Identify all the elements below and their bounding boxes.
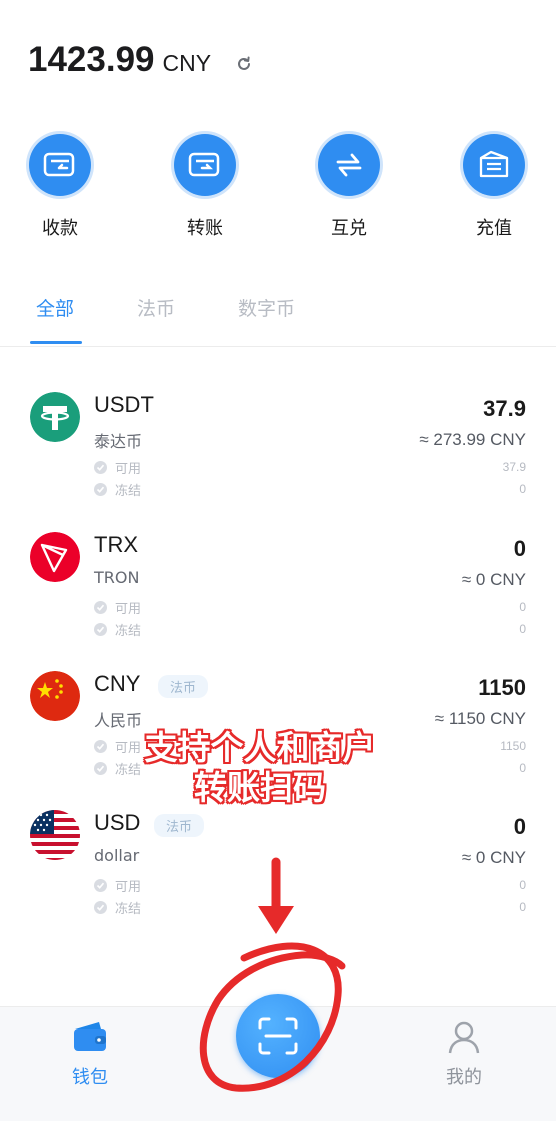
active-tab-indicator: [30, 341, 82, 344]
asset-converted: ≈ 0 CNY: [461, 848, 526, 867]
frozen-label: 冻结: [115, 624, 142, 639]
asset-value: 1150: [478, 675, 526, 700]
nav-profile-label: 我的: [446, 1067, 482, 1088]
balance-unit: CNY: [162, 50, 212, 76]
check-icon: [94, 623, 107, 636]
scan-button[interactable]: [236, 994, 320, 1078]
available-status: 可用: [94, 876, 141, 895]
transfer-wallet-icon: [174, 134, 236, 196]
asset-row-usd[interactable]: USD 法币 dollar 可用 冻结 0 ≈ 0 CNY 0 0: [0, 810, 556, 930]
fiat-badge: 法币: [158, 675, 209, 698]
usa-flag-icon: [30, 810, 80, 860]
frozen-amount: 0: [519, 761, 526, 775]
available-label: 可用: [115, 602, 142, 617]
balance-amount: 1423.99: [28, 40, 155, 79]
check-icon: [94, 601, 107, 614]
check-icon: [94, 740, 107, 753]
asset-row-trx[interactable]: TRX TRON 可用 冻结 0 ≈ 0 CNY 0 0: [0, 532, 556, 652]
available-status: 可用: [94, 598, 141, 617]
available-status: 可用: [94, 458, 141, 477]
asset-symbol: USDT: [94, 392, 154, 417]
asset-row-usdt[interactable]: USDT 泰达币 可用 冻结 37.9 ≈ 273.99 CNY 37.9 0: [0, 392, 556, 512]
asset-converted: ≈ 273.99 CNY: [419, 430, 526, 449]
promo-overlay: 支持个人和商户 转账扫码: [110, 728, 410, 808]
profile-icon: [448, 1021, 480, 1054]
transfer-button[interactable]: 转账: [155, 134, 255, 240]
frozen-status: 冻结: [94, 620, 141, 639]
promo-line-2: 转账扫码: [194, 768, 326, 807]
available-amount: 1150: [500, 739, 526, 753]
asset-symbol: CNY: [94, 671, 141, 696]
receive-wallet-icon: [29, 134, 91, 196]
nav-wallet-label: 钱包: [72, 1067, 108, 1088]
recharge-icon: [463, 134, 525, 196]
frozen-label: 冻结: [115, 484, 142, 499]
check-icon: [94, 461, 107, 474]
frozen-amount: 0: [519, 482, 526, 496]
frozen-amount: 0: [519, 622, 526, 636]
available-amount: 0: [519, 878, 526, 892]
available-amount: 0: [519, 600, 526, 614]
asset-tabs: 全部 法币 数字币: [0, 280, 556, 347]
available-label: 可用: [115, 462, 142, 477]
nav-wallet[interactable]: 钱包: [40, 1019, 140, 1089]
asset-value: 0: [513, 814, 526, 839]
tether-logo-icon: [30, 392, 80, 442]
recharge-button[interactable]: 充值: [444, 134, 544, 240]
frozen-status: 冻结: [94, 898, 141, 917]
scan-icon: [258, 1017, 298, 1055]
tab-all[interactable]: 全部: [36, 294, 74, 321]
asset-symbol: USD: [94, 810, 141, 835]
refresh-icon[interactable]: [236, 56, 252, 72]
asset-name: TRON: [94, 568, 140, 587]
check-icon: [94, 879, 107, 892]
frozen-status: 冻结: [94, 480, 141, 499]
receive-button[interactable]: 收款: [10, 134, 110, 240]
fiat-badge: 法币: [154, 814, 205, 837]
nav-profile[interactable]: 我的: [414, 1019, 514, 1089]
asset-value: 37.9: [483, 396, 526, 421]
recharge-label: 充值: [476, 218, 512, 239]
available-label: 可用: [115, 880, 142, 895]
asset-symbol: TRX: [94, 532, 138, 557]
asset-converted: ≈ 0 CNY: [461, 570, 526, 589]
china-flag-icon: [30, 671, 80, 721]
asset-name: 泰达币: [94, 432, 143, 451]
check-icon: [94, 483, 107, 496]
wallet-icon: [74, 1022, 106, 1051]
promo-line-1: 支持个人和商户: [144, 728, 376, 767]
check-icon: [94, 762, 107, 775]
frozen-amount: 0: [519, 900, 526, 914]
total-balance: 1423.99 CNY: [28, 40, 211, 90]
exchange-label: 互兑: [331, 218, 367, 239]
asset-converted: ≈ 1150 CNY: [434, 709, 526, 728]
asset-value: 0: [513, 536, 526, 561]
asset-name: dollar: [94, 846, 140, 865]
check-icon: [94, 901, 107, 914]
frozen-label: 冻结: [115, 902, 142, 917]
tab-fiat[interactable]: 法币: [137, 294, 175, 321]
receive-label: 收款: [42, 218, 78, 239]
tab-digital[interactable]: 数字币: [238, 294, 295, 321]
exchange-button[interactable]: 互兑: [299, 134, 399, 240]
available-amount: 37.9: [502, 460, 526, 474]
exchange-arrows-icon: [318, 134, 380, 196]
transfer-label: 转账: [187, 218, 223, 239]
tron-logo-icon: [30, 532, 80, 582]
